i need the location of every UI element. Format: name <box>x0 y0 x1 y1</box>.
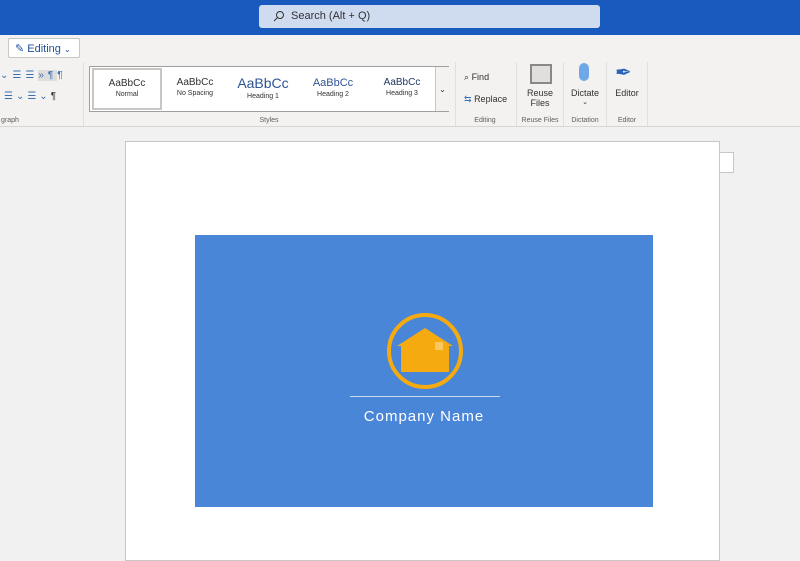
chevron-down-icon: ⌄ <box>63 45 71 54</box>
divider-line <box>350 396 500 397</box>
house-logo-icon <box>387 313 463 389</box>
dictate-button[interactable]: Dictate ⌄ <box>566 88 604 106</box>
group-styles-label: Styles <box>259 117 279 124</box>
paragraph-indent-buttons[interactable]: ⌄☰☰»¶¶ <box>0 70 67 81</box>
styles-gallery: AaBbCc Normal AaBbCc No Spacing AaBbCc Head… <box>89 66 449 112</box>
editing-label: Editing <box>27 43 61 55</box>
style-normal[interactable]: AaBbCc Normal <box>92 68 162 110</box>
search-icon <box>273 11 284 22</box>
logo-card-image[interactable]: Company Name <box>195 235 653 507</box>
company-name: Company Name <box>363 408 485 425</box>
page-side-tab[interactable] <box>720 152 734 173</box>
paragraph-spacing-buttons[interactable]: ☰⌄☰⌄¶ <box>4 91 59 102</box>
style-heading-2[interactable]: AaBbCc Heading 2 <box>298 67 368 111</box>
search-box[interactable]: Search (Alt + Q) <box>259 5 600 28</box>
replace-icon: ⇆ <box>464 94 472 104</box>
editor-button[interactable]: Editor <box>610 88 644 98</box>
group-paragraph-label: graph <box>1 117 19 124</box>
styles-more-button[interactable]: ⌄ <box>435 67 449 111</box>
style-heading-1[interactable]: AaBbCc Heading 1 <box>228 67 298 111</box>
replace-button[interactable]: ⇆ Replace <box>464 94 507 105</box>
reuse-files-icon <box>530 64 552 84</box>
group-editor-label: Editor <box>617 117 637 124</box>
style-heading-3[interactable]: AaBbCc Heading 3 <box>367 67 437 111</box>
group-reuse-label: Reuse Files <box>521 117 559 124</box>
search-icon: ⌕ <box>464 72 470 82</box>
style-no-spacing[interactable]: AaBbCc No Spacing <box>160 67 230 111</box>
group-dictation-label: Dictation <box>571 117 599 124</box>
group-editing-label: Editing <box>474 117 496 124</box>
find-button[interactable]: ⌕ Find <box>464 72 489 83</box>
pencil-icon: ✎ <box>15 43 25 55</box>
microphone-icon <box>579 63 589 81</box>
search-placeholder: Search (Alt + Q) <box>291 10 371 22</box>
editing-mode-button[interactable]: ✎ Editing ⌄ <box>8 38 80 58</box>
editor-pen-icon: ✒ <box>615 62 632 84</box>
reuse-files-button[interactable]: Reuse Files <box>520 88 560 108</box>
